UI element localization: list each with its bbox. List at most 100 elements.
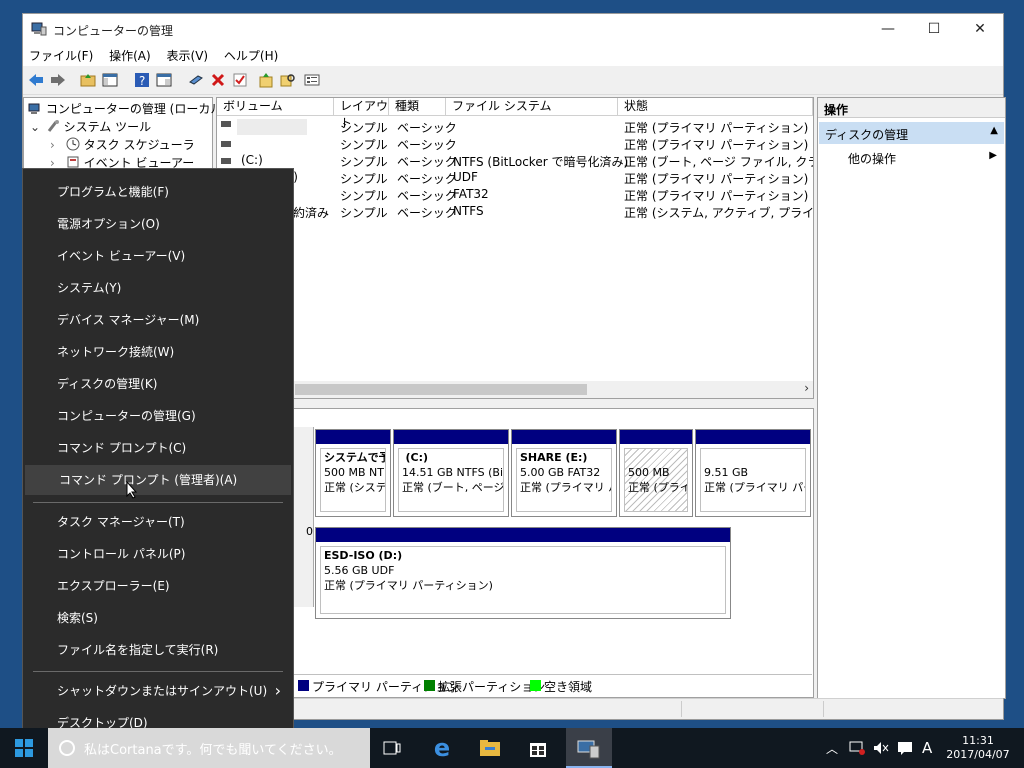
menu-item-system[interactable]: システム(Y) <box>23 273 293 303</box>
store-icon[interactable] <box>524 734 552 762</box>
maximize-button[interactable]: ☐ <box>911 14 957 44</box>
toolbar: ? <box>23 66 1003 95</box>
menu-action[interactable]: 操作(A) <box>103 44 157 64</box>
partition-size: 14.51 GB NTFS (BitL <box>402 466 504 479</box>
column-header-type[interactable]: 種類 <box>389 98 446 116</box>
menu-item-shutdown-signout[interactable]: シャットダウンまたはサインアウト(U) › <box>23 676 293 706</box>
properties-icon[interactable] <box>155 71 173 89</box>
menu-item-command-prompt[interactable]: コマンド プロンプト(C) <box>23 433 293 463</box>
partition-size: 9.51 GB <box>704 466 749 479</box>
partition-bar <box>316 528 730 542</box>
partition-9gb[interactable]: 9.51 GB 正常 (プライマリ パーテ <box>695 429 811 517</box>
chevron-right-icon[interactable]: › <box>50 138 62 152</box>
partition-status: 正常 (プライ <box>628 481 688 494</box>
title-bar[interactable]: コンピューターの管理 — ☐ ✕ <box>23 14 1003 44</box>
cell-status: 正常 (システム, アクティブ, プライマリ パー <box>624 206 814 220</box>
scrollbar-thumb[interactable] <box>295 384 587 395</box>
computer-management-icon <box>31 22 47 36</box>
chevron-right-icon[interactable]: › <box>804 381 809 395</box>
close-button[interactable]: ✕ <box>957 14 1003 44</box>
table-row[interactable]: (C:) シンプル ベーシック NTFS (BitLocker で暗号化済み) … <box>217 153 813 170</box>
back-icon[interactable] <box>27 71 45 89</box>
table-row[interactable]: 約済み シンプル ベーシック NTFS 正常 (システム, アクティブ, プライ… <box>217 204 813 221</box>
mouse-cursor-icon <box>126 481 138 499</box>
menu-item-programs-features[interactable]: プログラムと機能(F) <box>23 177 293 207</box>
clock[interactable]: 11:31 2017/04/07 <box>946 734 1009 762</box>
partition-c[interactable]: (C:) 14.51 GB NTFS (BitL 正常 (ブート, ページ フ <box>393 429 509 517</box>
up-folder-icon[interactable] <box>79 71 97 89</box>
search-icon[interactable] <box>279 71 297 89</box>
computer-icon <box>28 103 40 114</box>
menu-help[interactable]: ヘルプ(H) <box>218 44 284 64</box>
tree-root-label: コンピューターの管理 (ローカル) <box>45 102 228 116</box>
table-row[interactable]: シンプル ベーシック 正常 (プライマリ パーティション) <box>217 136 813 153</box>
table-row[interactable]: シンプル ベーシック 正常 (プライマリ パーティション) <box>217 119 813 136</box>
menu-item-power-options[interactable]: 電源オプション(O) <box>23 209 293 239</box>
tree-system-tools[interactable]: ⌄ システム ツール <box>30 118 151 135</box>
help-icon[interactable]: ? <box>133 71 151 89</box>
menu-item-search[interactable]: 検索(S) <box>23 603 293 633</box>
action-center-icon[interactable] <box>896 740 914 756</box>
chevron-down-icon[interactable]: ⌄ <box>30 120 42 134</box>
delete-icon[interactable] <box>209 71 227 89</box>
ime-indicator[interactable]: A <box>922 739 932 757</box>
menu-item-run[interactable]: ファイル名を指定して実行(R) <box>23 635 293 665</box>
minimize-button[interactable]: — <box>865 14 911 44</box>
menu-view[interactable]: 表示(V) <box>161 44 215 64</box>
check-icon[interactable] <box>231 71 249 89</box>
clock-icon <box>66 137 80 151</box>
partition-bar <box>620 430 692 444</box>
column-header-volume[interactable]: ボリューム <box>217 98 334 116</box>
partition-share-e[interactable]: SHARE (E:) 5.00 GB FAT32 正常 (プライマリ パ <box>511 429 617 517</box>
table-row[interactable]: シンプル ベーシック FAT32 正常 (プライマリ パーティション) <box>217 187 813 204</box>
menu-item-task-manager[interactable]: タスク マネージャー(T) <box>23 507 293 537</box>
network-disconnected-icon[interactable] <box>848 740 866 756</box>
file-explorer-icon[interactable] <box>476 734 504 762</box>
tree-task-scheduler[interactable]: › タスク スケジューラ <box>50 136 195 153</box>
column-header-filesystem[interactable]: ファイル システム <box>446 98 618 116</box>
task-view-icon[interactable] <box>378 734 406 762</box>
edge-icon[interactable]: e <box>428 734 456 762</box>
import-icon[interactable] <box>257 71 275 89</box>
tree-root[interactable]: コンピューターの管理 (ローカル) <box>28 100 227 117</box>
menu-item-network-connections[interactable]: ネットワーク接続(W) <box>23 337 293 367</box>
collapse-up-icon[interactable]: ▲ <box>990 125 998 136</box>
connect-icon[interactable] <box>187 71 205 89</box>
disk1-label: 0 <box>306 525 313 538</box>
partition-size: 5.00 GB FAT32 <box>520 466 601 479</box>
chevron-up-icon[interactable]: ︿ <box>826 740 838 757</box>
forward-icon[interactable] <box>49 71 67 89</box>
menu-item-device-manager[interactable]: デバイス マネージャー(M) <box>23 305 293 335</box>
menu-item-explorer[interactable]: エクスプローラー(E) <box>23 571 293 601</box>
menu-item-command-prompt-admin[interactable]: コマンド プロンプト (管理者)(A) <box>25 465 291 495</box>
menu-item-disk-management[interactable]: ディスクの管理(K) <box>23 369 293 399</box>
partition-esd-iso-d[interactable]: ESD-ISO (D:) 5.56 GB UDF 正常 (プライマリ パーティション… <box>315 527 731 619</box>
menu-item-control-panel[interactable]: コントロール パネル(P) <box>23 539 293 569</box>
window-title: コンピューターの管理 <box>53 24 174 38</box>
taskbar-computer-management[interactable] <box>566 728 612 768</box>
menu-file[interactable]: ファイル(F) <box>23 44 99 64</box>
actions-other-operations[interactable]: 他の操作 ▶ <box>848 150 1001 168</box>
menu-item-computer-management[interactable]: コンピューターの管理(G) <box>23 401 293 431</box>
partition-name: SHARE (E:) <box>520 451 588 464</box>
windows-start-icon[interactable] <box>10 734 38 762</box>
column-header-layout[interactable]: レイアウト <box>334 98 389 130</box>
volume-muted-icon[interactable] <box>872 740 890 756</box>
legend-swatch-primary <box>298 680 309 691</box>
winx-context-menu: プログラムと機能(F) 電源オプション(O) イベント ビューアー(V) システ… <box>22 168 294 746</box>
legend-swatch-extended <box>424 680 435 691</box>
cortana-search-box[interactable]: 私はCortanaです。何でも聞いてください。 <box>48 728 370 768</box>
table-row[interactable]: s) シンプル ベーシック UDF 正常 (プライマリ パーティション) <box>217 170 813 187</box>
partition-system-reserved[interactable]: システムで予 500 MB NTF 正常 (システ <box>315 429 391 517</box>
horizontal-scrollbar[interactable]: › <box>217 381 813 398</box>
menu-item-event-viewer[interactable]: イベント ビューアー(V) <box>23 241 293 271</box>
partition-selected-500mb[interactable]: 500 MB 正常 (プライ <box>619 429 693 517</box>
legend: プライマリ パーティション 拡張パーティション 空き領域 <box>216 674 812 696</box>
legend-free: 空き領域 <box>544 680 593 694</box>
cell-layout: シンプル <box>340 172 388 186</box>
show-hide-tree-icon[interactable] <box>101 71 119 89</box>
list-icon[interactable] <box>303 71 321 89</box>
partition-name: (C:) <box>405 451 429 464</box>
actions-section-disk-management[interactable]: ディスクの管理 ▲ <box>819 122 1004 144</box>
column-header-status[interactable]: 状態 <box>618 98 813 116</box>
